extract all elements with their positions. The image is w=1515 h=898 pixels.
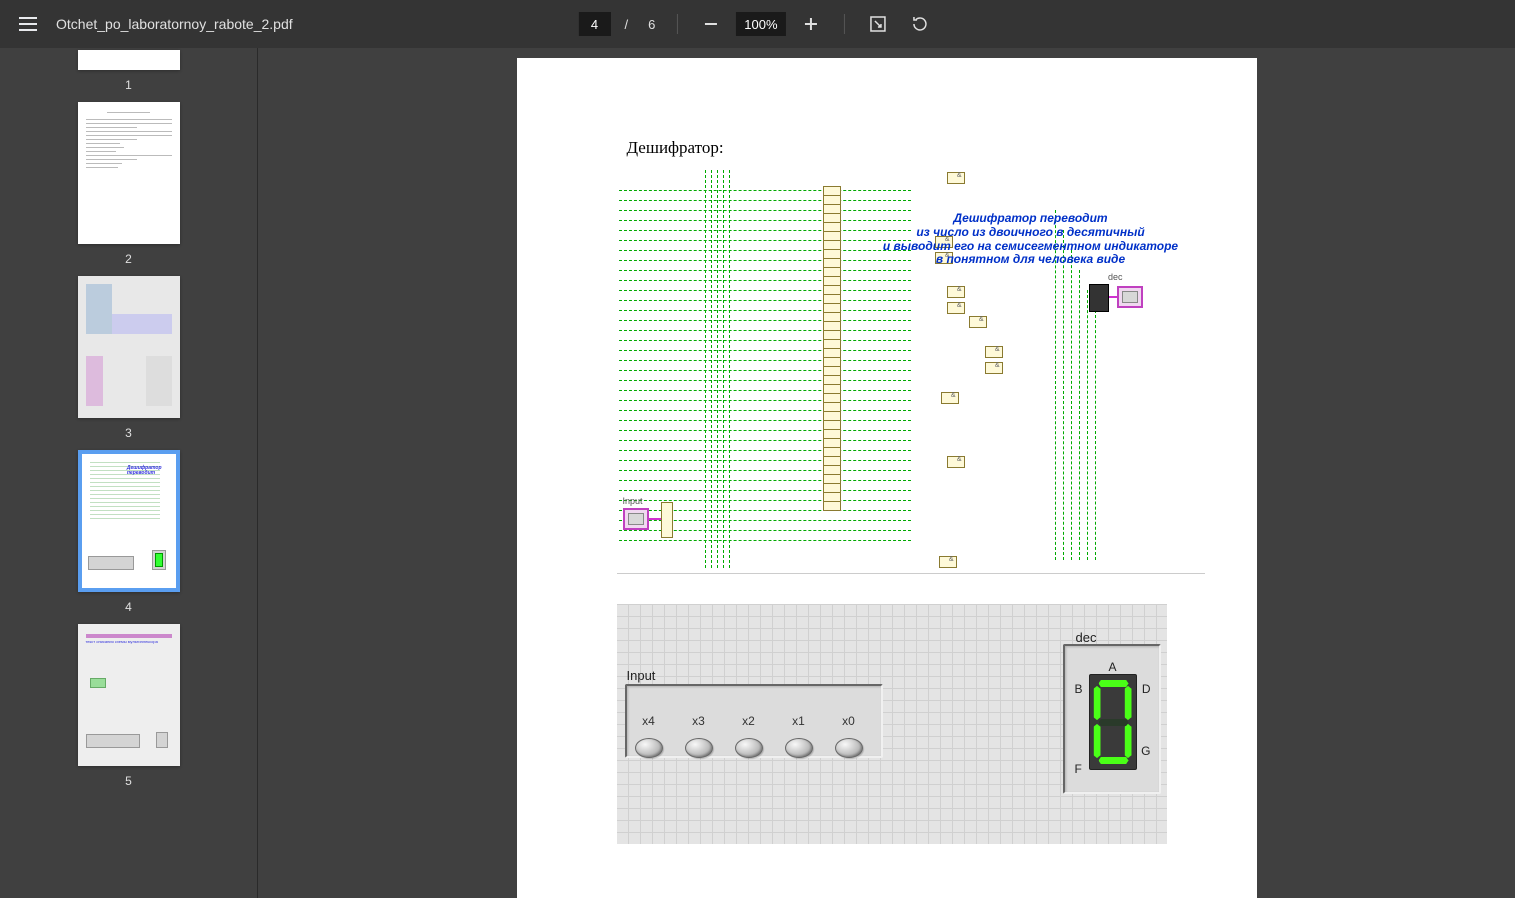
minus-icon — [703, 16, 719, 32]
switch-x1[interactable] — [785, 738, 813, 758]
plus-icon — [803, 16, 819, 32]
output-block — [1117, 286, 1143, 308]
seg-label-d: D — [1142, 682, 1151, 696]
input-wire — [649, 518, 661, 520]
logic-gate: & — [947, 302, 965, 314]
seven-segment-display — [1089, 674, 1137, 770]
thumbnail-label: 1 — [125, 78, 132, 92]
logic-gate: & — [985, 346, 1003, 358]
switch-label: x4 — [642, 714, 655, 728]
thumbnail-1[interactable]: 1 — [0, 50, 257, 92]
main-layout: 1 2 — [0, 48, 1515, 898]
pdf-page: Дешифратор: — [517, 58, 1257, 898]
thumbnail-label: 5 — [125, 774, 132, 788]
fit-page-button[interactable] — [861, 7, 895, 41]
gate-stack — [823, 186, 841, 510]
logic-gate: & — [941, 392, 959, 404]
separator — [844, 14, 845, 34]
hamburger-icon — [19, 17, 37, 31]
sim-dec-box: A B D C G E F — [1063, 644, 1161, 794]
switch-x4[interactable] — [635, 738, 663, 758]
simulation-panel: Input x4 x3 x2 — [617, 604, 1167, 844]
page-number-input[interactable] — [578, 12, 610, 36]
thumbnail-5[interactable]: текст описания схемы мультиплексора 5 — [0, 624, 257, 788]
toolbar-center: / 6 100% — [578, 7, 936, 41]
logic-gate: & — [985, 362, 1003, 374]
switch-x0[interactable] — [835, 738, 863, 758]
pdf-toolbar: Otchet_po_laboratornoy_rabote_2.pdf / 6 … — [0, 0, 1515, 48]
seg-label-g: G — [1141, 744, 1150, 758]
output-label: dec — [1108, 272, 1123, 282]
output-mux — [1089, 284, 1109, 312]
circuit-diagram: /*generated below*/ & & & & & & & & & & — [617, 164, 1205, 574]
rotate-icon — [911, 15, 929, 33]
thumbnail-sidebar[interactable]: 1 2 — [0, 48, 258, 898]
seg-label-f: F — [1075, 762, 1082, 776]
separator — [677, 14, 678, 34]
page-separator: / — [624, 17, 628, 32]
input-block — [623, 508, 649, 530]
logic-gate: & — [969, 316, 987, 328]
circuit-description: Дешифратор переводит из число из двоично… — [851, 212, 1211, 267]
sim-input-title: Input — [627, 668, 656, 683]
zoom-in-button[interactable] — [794, 7, 828, 41]
document-viewport[interactable]: Дешифратор: — [258, 48, 1515, 898]
seg-label-b: B — [1075, 682, 1083, 696]
sim-dec-title: dec — [1076, 630, 1097, 645]
switch-label: x0 — [842, 714, 855, 728]
switch-label: x1 — [792, 714, 805, 728]
menu-button[interactable] — [8, 4, 48, 44]
zoom-out-button[interactable] — [694, 7, 728, 41]
switch-x2[interactable] — [735, 738, 763, 758]
seg-label-a: A — [1109, 660, 1117, 674]
switch-label: x2 — [742, 714, 755, 728]
rotate-button[interactable] — [903, 7, 937, 41]
logic-gate: & — [947, 286, 965, 298]
logic-gate: & — [947, 456, 965, 468]
section-title: Дешифратор: — [627, 138, 1217, 158]
output-wire — [1109, 296, 1117, 298]
thumbnail-2[interactable]: 2 — [0, 102, 257, 266]
fit-page-icon — [869, 15, 887, 33]
document-title: Otchet_po_laboratornoy_rabote_2.pdf — [56, 16, 293, 32]
page-total: 6 — [648, 17, 655, 32]
sim-input-box: x4 x3 x2 x1 — [625, 684, 883, 758]
thumbnail-4[interactable]: Дешифраторпереводит 4 — [0, 450, 257, 614]
zoom-level[interactable]: 100% — [736, 12, 785, 36]
input-label: Input — [623, 496, 643, 506]
thumbnail-label: 2 — [125, 252, 132, 266]
thumbnail-label: 3 — [125, 426, 132, 440]
switch-label: x3 — [692, 714, 705, 728]
bus-splitter — [661, 502, 673, 538]
logic-gate: & — [947, 172, 965, 184]
logic-gate: & — [939, 556, 957, 568]
thumbnail-label: 4 — [125, 600, 132, 614]
switch-x3[interactable] — [685, 738, 713, 758]
input-switches: x4 x3 x2 x1 — [635, 714, 863, 758]
thumbnail-3[interactable]: 3 — [0, 276, 257, 440]
